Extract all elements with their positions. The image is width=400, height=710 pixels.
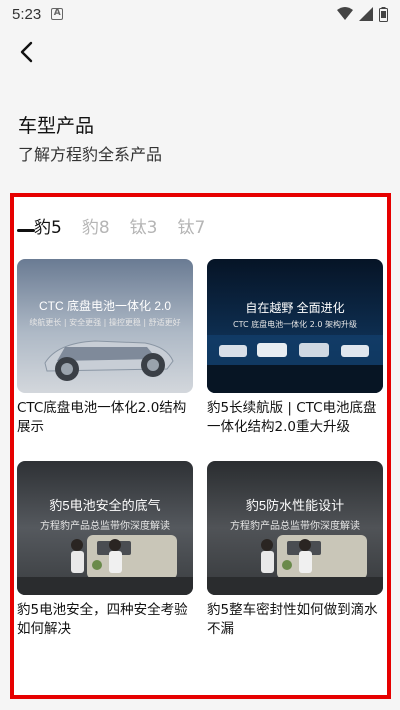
video-thumbnail: CTC 底盘电池一体化 2.0 续航更长 | 安全更强 | 操控更稳 | 舒适更…	[17, 259, 193, 393]
interview-scene-illustration	[17, 535, 193, 595]
video-card[interactable]: 自在越野 全面进化 CTC 底盘电池一体化 2.0 架构升级 豹5长续航版 | …	[207, 259, 383, 437]
back-button[interactable]	[12, 38, 40, 66]
video-card[interactable]: 豹5电池安全的底气 方程豹产品总监带你深度解读 豹5电池安全，四种安全考验如何解…	[17, 461, 193, 639]
video-card[interactable]: 豹5防水性能设计 方程豹产品总监带你深度解读 豹5整车密封性如何做到滴水不漏	[207, 461, 383, 639]
video-thumbnail: 豹5防水性能设计 方程豹产品总监带你深度解读	[207, 461, 383, 595]
battery-icon	[379, 6, 388, 22]
product-panel: 豹5 豹8 钛3 钛7 CTC 底盘电池一体化 2.0 续航更长 | 安全更强 …	[10, 193, 391, 699]
section-title: 车型产品	[18, 115, 95, 137]
car-chassis-illustration	[44, 340, 174, 381]
status-bar: 5:23 A	[0, 0, 400, 28]
active-tab-indicator	[17, 229, 35, 232]
a-icon: A	[51, 8, 64, 20]
wifi-icon	[337, 7, 353, 20]
tab-tai3[interactable]: 钛3	[130, 213, 158, 238]
chevron-left-icon	[20, 41, 33, 63]
interview-scene-illustration	[207, 535, 383, 595]
video-title: 豹5电池安全，四种安全考验如何解决	[17, 602, 188, 637]
video-card[interactable]: CTC 底盘电池一体化 2.0 续航更长 | 安全更强 | 操控更稳 | 舒适更…	[17, 259, 193, 437]
video-title: CTC底盘电池一体化2.0结构展示	[17, 400, 187, 435]
status-icons	[337, 6, 388, 22]
section-subtitle: 了解方程豹全系产品	[18, 145, 163, 164]
tab-tai7[interactable]: 钛7	[177, 213, 205, 238]
tab-bao5[interactable]: 豹5	[34, 213, 62, 238]
video-thumbnail: 豹5电池安全的底气 方程豹产品总监带你深度解读	[17, 461, 193, 595]
tab-bao8[interactable]: 豹8	[82, 213, 110, 238]
video-title: 豹5长续航版 | CTC电池底盘一体化结构2.0重大升级	[207, 400, 377, 435]
status-time: 5:23	[12, 5, 42, 23]
stage-cars-illustration	[207, 335, 383, 393]
video-thumbnail: 自在越野 全面进化 CTC 底盘电池一体化 2.0 架构升级	[207, 259, 383, 393]
model-tabs: 豹5 豹8 钛3 钛7	[34, 213, 225, 238]
signal-icon	[359, 7, 373, 21]
video-title: 豹5整车密封性如何做到滴水不漏	[207, 602, 378, 637]
